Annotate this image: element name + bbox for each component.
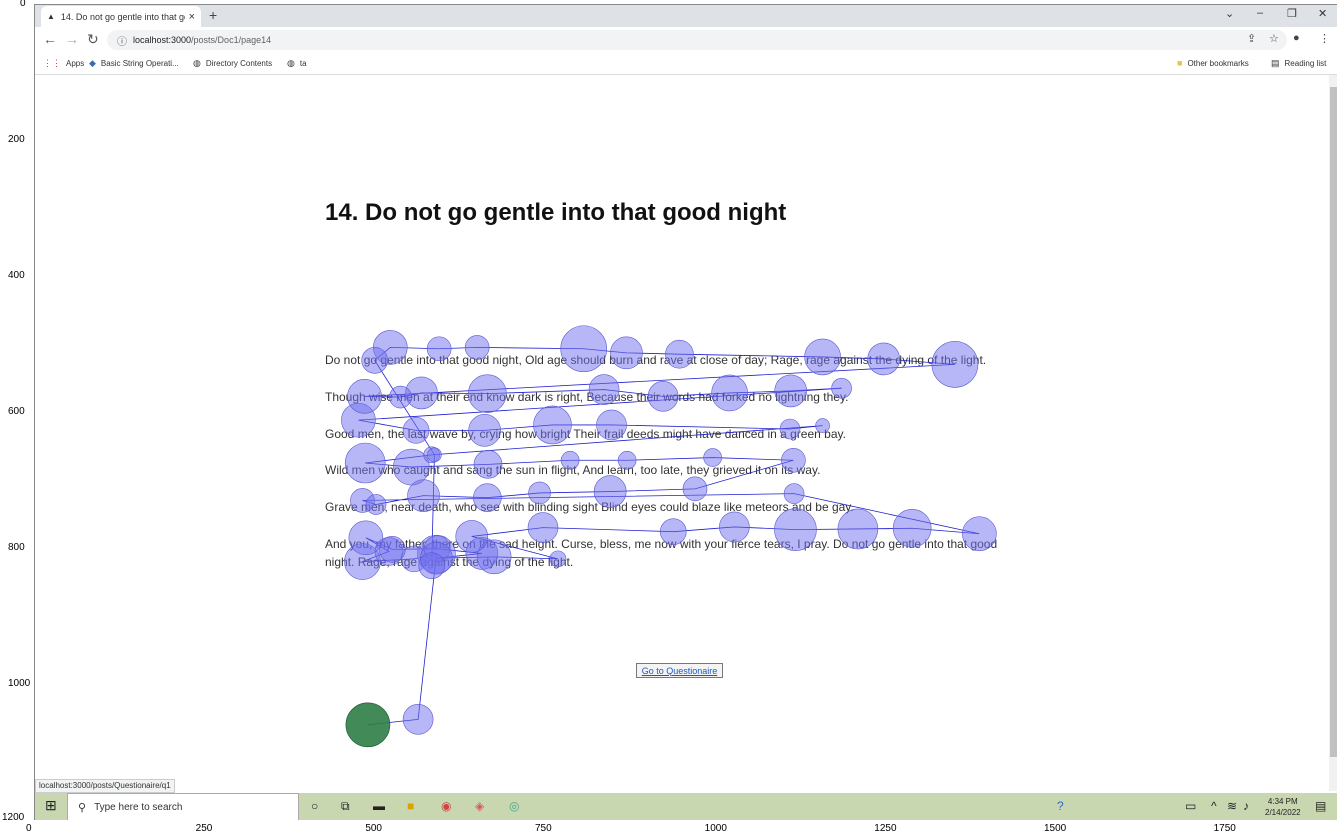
y-tick-label: 0 [20, 0, 26, 9]
bookmark-apps[interactable]: ⋮⋮ Apps [43, 58, 84, 69]
taskbar: ⊞ ⚲ Type here to search ○ ⧉ ▬ ■ ◉ ◈ ◎ ? … [35, 793, 1337, 820]
windows-start-icon[interactable]: ⊞ [45, 797, 57, 814]
stanza: Good men, the last wave by, crying how b… [325, 426, 846, 441]
bookmark-basic-string[interactable]: ◆ Basic String Operati... [89, 58, 179, 69]
y-tick-label: 1200 [2, 812, 25, 823]
x-tick-label: 750 [534, 823, 552, 834]
browser-window: ▲ 14. Do not go gentle into that go × + … [34, 4, 1337, 820]
x-tick-label: 0 [26, 823, 32, 834]
other-bookmarks-label: Other bookmarks [1187, 58, 1249, 68]
tab-search-icon[interactable]: ⌄ [1225, 7, 1234, 20]
notifications-icon[interactable]: ▤ [1315, 799, 1326, 813]
search-placeholder: Type here to search [94, 801, 183, 813]
folder-icon: ■ [1177, 58, 1183, 68]
menu-icon[interactable]: ⋮ [1319, 32, 1330, 45]
page-content: 14. Do not go gentle into that good nigh… [35, 75, 1329, 787]
scrollbar-thumb[interactable] [1330, 87, 1337, 757]
x-tick-label: 1250 [874, 823, 897, 834]
forward-icon[interactable]: → [65, 31, 79, 47]
bookmarks-bar: ⋮⋮ Apps ◆ Basic String Operati... ◍ Directo… [35, 53, 1337, 75]
close-tab-icon[interactable]: × [189, 11, 195, 23]
globe-icon: ◍ [193, 58, 201, 68]
triangle-favicon-icon: ▲ [47, 12, 55, 21]
y-tick-label: 1000 [8, 678, 31, 689]
stanza: Grave men, near death, who see with blin… [325, 500, 854, 515]
y-tick-label: 200 [8, 134, 25, 145]
bookmark-star-icon[interactable]: ☆ [1269, 32, 1279, 45]
volume-icon[interactable]: ♪ [1243, 799, 1249, 813]
app2-icon[interactable]: ◎ [509, 799, 519, 813]
tab-title: 14. Do not go gentle into that go [60, 11, 185, 22]
tray-chevron-icon[interactable]: ^ [1211, 799, 1217, 813]
reading-list[interactable]: ▤ Reading list [1271, 58, 1326, 69]
tab-active[interactable]: ▲ 14. Do not go gentle into that go × [41, 6, 201, 27]
cortana-icon[interactable]: ○ [311, 799, 318, 813]
task-view-icon[interactable]: ⧉ [341, 799, 350, 814]
clock[interactable]: 4:34 PM 2/14/2022 [1265, 796, 1301, 818]
chrome-icon[interactable]: ◉ [441, 799, 451, 813]
x-tick-label: 500 [365, 823, 382, 834]
share-icon[interactable]: ⇪ [1247, 32, 1256, 45]
python-icon: ◆ [89, 58, 96, 68]
bookmark-label: Apps [66, 59, 85, 68]
y-tick-label: 800 [8, 542, 25, 553]
x-tick-label: 1000 [704, 823, 727, 834]
x-tick-label: 250 [195, 823, 213, 834]
bookmark-label: Directory Contents [205, 59, 273, 68]
keyboard-icon[interactable]: ▭ [1185, 799, 1196, 813]
info-icon[interactable]: ⓘ [117, 33, 127, 48]
bookmark-ta[interactable]: ◍ ta [287, 58, 307, 69]
bookmark-label: ta [299, 59, 307, 68]
poem: Do not go gentle into that good night, O… [325, 351, 1025, 590]
other-bookmarks[interactable]: ■ Other bookmarks [1177, 58, 1249, 68]
vertical-scrollbar[interactable] [1329, 75, 1337, 791]
reading-list-label: Reading list [1284, 59, 1327, 68]
stanza: Though wise men at their end know dark i… [325, 389, 849, 404]
minimize-icon[interactable]: – [1257, 7, 1263, 19]
help-icon[interactable]: ? [1057, 799, 1064, 813]
wifi-icon[interactable]: ≋ [1227, 799, 1237, 813]
reading-list-icon: ▤ [1271, 58, 1280, 68]
url-path: /posts/Doc1/page14 [191, 35, 272, 45]
time: 4:34 PM [1267, 797, 1298, 806]
go-to-questionaire-button[interactable]: Go to Questionaire [636, 663, 723, 678]
status-url: localhost:3000/posts/Questionaire/q1 [35, 779, 175, 793]
toolbar: ← → ↻ ⓘ localhost:3000/posts/Doc1/page14… [35, 27, 1337, 53]
close-window-icon[interactable]: ✕ [1318, 7, 1327, 20]
restore-icon[interactable]: ❐ [1287, 7, 1297, 20]
x-tick-label: 1750 [1213, 823, 1236, 834]
bookmark-directory[interactable]: ◍ Directory Contents [193, 58, 272, 69]
y-tick-label: 400 [8, 270, 25, 281]
taskbar-search[interactable]: ⚲ Type here to search [67, 793, 299, 820]
apps-grid-icon: ⋮⋮ [43, 58, 61, 68]
file-explorer-icon[interactable]: ■ [407, 799, 414, 813]
address-bar[interactable]: ⓘ localhost:3000/posts/Doc1/page14 [107, 30, 1287, 50]
tab-strip: ▲ 14. Do not go gentle into that go × + … [35, 5, 1337, 27]
stanza: Do not go gentle into that good night, O… [325, 353, 987, 367]
url-host: localhost:3000 [133, 35, 192, 45]
terminal-icon[interactable]: ▬ [373, 799, 385, 813]
back-icon[interactable]: ← [43, 31, 57, 47]
bookmark-label: Basic String Operati... [100, 59, 179, 68]
new-tab-icon[interactable]: + [209, 7, 217, 23]
profile-avatar-icon[interactable]: ● [1293, 32, 1300, 44]
stanza: Wild men who caught and sang the sun in … [325, 463, 821, 478]
app-icon[interactable]: ◈ [475, 799, 484, 813]
page-title: 14. Do not go gentle into that good nigh… [325, 199, 787, 226]
y-tick-label: 600 [8, 406, 25, 417]
stanza: And you, my father, there on the sad hei… [325, 536, 998, 569]
search-icon: ⚲ [78, 801, 87, 814]
date: 2/14/2022 [1265, 808, 1301, 817]
globe-icon: ◍ [287, 58, 295, 68]
reload-icon[interactable]: ↻ [87, 31, 99, 48]
x-tick-label: 1500 [1043, 823, 1067, 834]
